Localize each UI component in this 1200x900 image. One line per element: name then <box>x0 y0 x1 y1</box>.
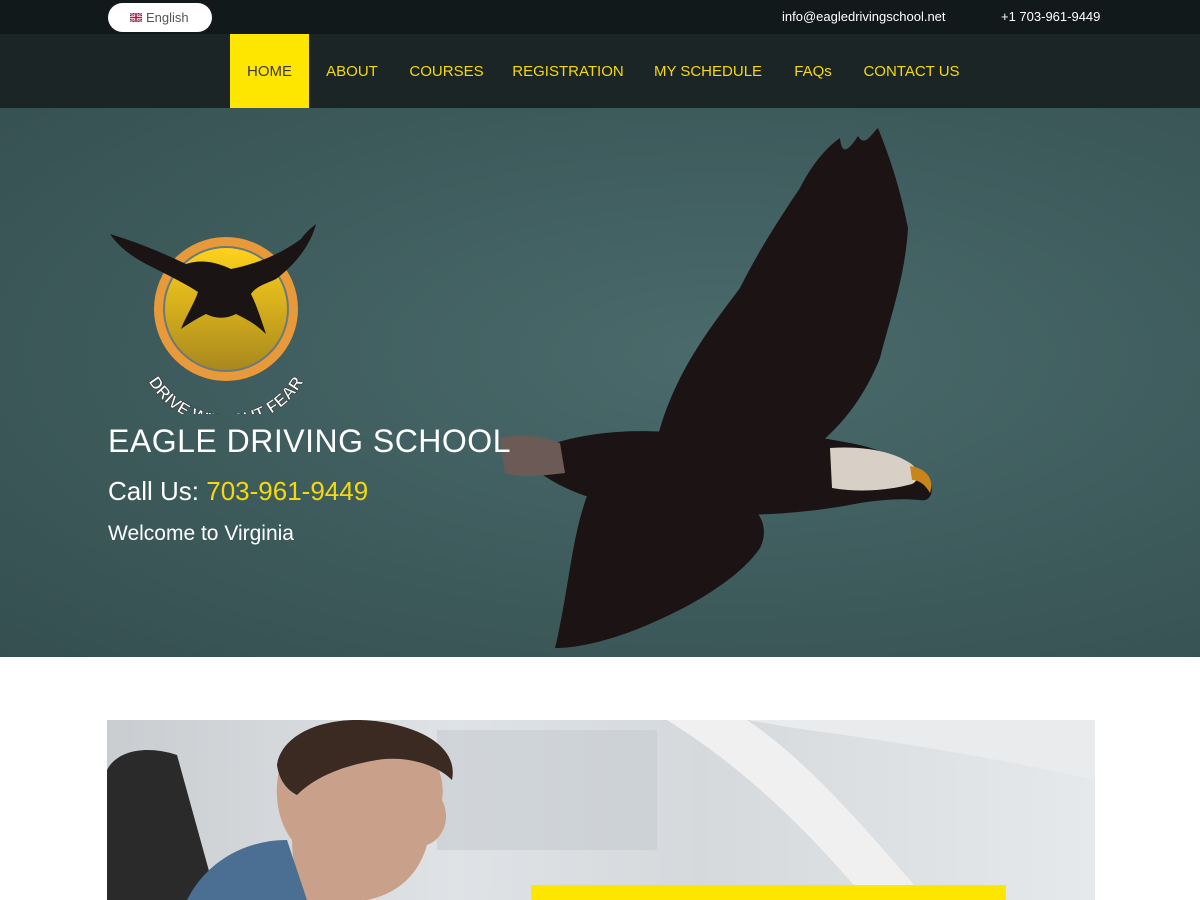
eagle-image <box>500 128 932 648</box>
driver-photo-art <box>107 720 1095 900</box>
hero-call-line: Call Us: 703-961-9449 <box>108 476 368 507</box>
school-logo: DRIVE WITHOUT FEAR <box>110 224 316 414</box>
nav-registration[interactable]: REGISTRATION <box>508 34 628 108</box>
uk-flag-icon <box>130 13 142 22</box>
top-bar: English info@eagledrivingschool.net +1 7… <box>0 0 1200 34</box>
nav-my-schedule[interactable]: MY SCHEDULE <box>648 34 768 108</box>
hero-welcome-text: Welcome to Virginia <box>108 522 294 545</box>
call-prefix: Call Us: <box>108 476 207 506</box>
language-label: English <box>146 10 189 25</box>
nav-contact-us[interactable]: CONTACT US <box>858 34 965 108</box>
feature-banner-strip <box>531 885 1006 900</box>
driver-photo <box>107 720 1095 900</box>
language-selector[interactable]: English <box>108 3 212 32</box>
contact-phone-link[interactable]: +1 703-961-9449 <box>1001 9 1100 24</box>
call-phone-link[interactable]: 703-961-9449 <box>206 476 368 506</box>
nav-faqs[interactable]: FAQs <box>786 34 840 108</box>
nav-home[interactable]: HOME <box>230 34 309 108</box>
hero-banner: DRIVE WITHOUT FEAR EAGLE DRIVING SCHOOL … <box>0 108 1200 657</box>
nav-courses[interactable]: COURSES <box>404 34 489 108</box>
main-nav: HOME ABOUT COURSES REGISTRATION MY SCHED… <box>0 34 1200 108</box>
nav-about[interactable]: ABOUT <box>318 34 386 108</box>
contact-email-link[interactable]: info@eagledrivingschool.net <box>782 9 946 24</box>
hero-title: EAGLE DRIVING SCHOOL <box>108 423 511 459</box>
